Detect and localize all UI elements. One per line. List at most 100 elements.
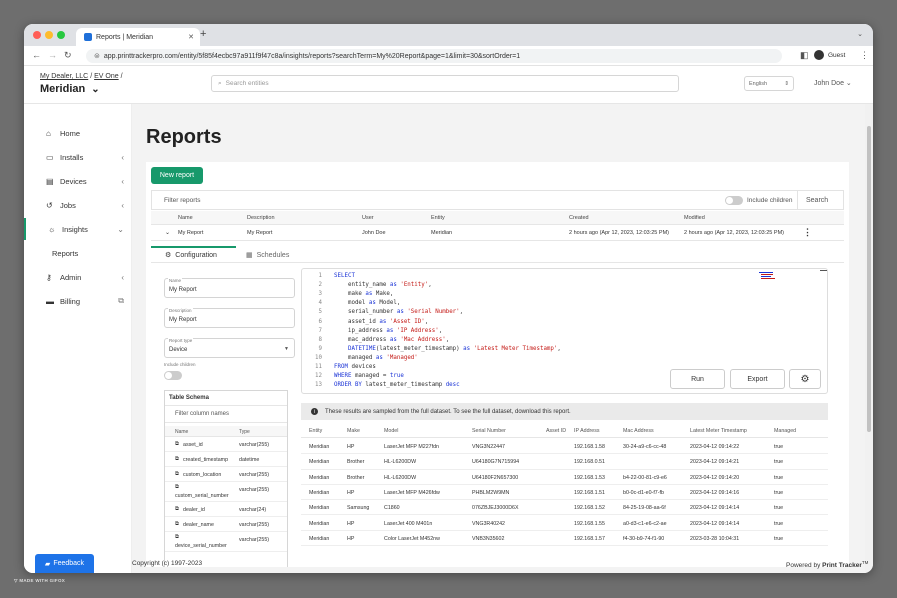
- site-info-icon[interactable]: ⊜: [94, 52, 100, 60]
- column-header[interactable]: User: [362, 215, 374, 221]
- sidebar-item-admin[interactable]: ⚷ Admin ‹: [24, 266, 132, 288]
- table-row[interactable]: Meridian HP Color LaserJet M452nw VNB3N3560…: [301, 531, 828, 547]
- sidebar-item-devices[interactable]: ▤ Devices ‹: [24, 170, 132, 192]
- code-line[interactable]: ip_address as 'IP Address',: [334, 328, 442, 334]
- editor-scrollbar[interactable]: [820, 270, 827, 271]
- page-scrollbar[interactable]: [865, 104, 873, 573]
- entity-selector[interactable]: Meridian ⌄: [40, 83, 100, 95]
- list-item[interactable]: ⧉ dealer_id varchar(24): [165, 502, 287, 517]
- user-menu[interactable]: John Doe ⌄: [814, 79, 852, 87]
- code-line[interactable]: SELECT: [334, 273, 355, 279]
- language-select[interactable]: English ⇕: [744, 76, 794, 91]
- new-tab-button[interactable]: +: [200, 28, 206, 40]
- profile-avatar-icon[interactable]: [814, 50, 824, 60]
- sidebar-item-home[interactable]: ⌂ Home: [24, 122, 132, 144]
- sidepanel-icon[interactable]: ◧: [800, 50, 809, 61]
- description-field[interactable]: Description My Report: [164, 308, 295, 328]
- code-line[interactable]: serial_number as 'Serial Number',: [334, 309, 463, 315]
- list-item[interactable]: ⧉ dealer_name varchar(255): [165, 517, 287, 532]
- entity-search-input[interactable]: ⌕ Search entities: [211, 75, 679, 92]
- chevron-down-icon[interactable]: ⌄: [165, 229, 170, 236]
- table-row[interactable]: Meridian Samsung C1860 076ZBJEJ3000D6X 192.1…: [301, 500, 828, 516]
- browser-tab[interactable]: Reports | Meridian ✕: [76, 28, 200, 46]
- feedback-button[interactable]: ▰ Feedback: [35, 554, 94, 573]
- table-row[interactable]: Meridian HP LaserJet MFP M227fdn VNG3N22447…: [301, 439, 828, 455]
- code-line[interactable]: WHERE managed = true: [334, 373, 404, 379]
- column-header[interactable]: Modified: [684, 215, 705, 221]
- minimize-window-icon[interactable]: [45, 31, 53, 39]
- list-item[interactable]: ⧉ created_timestamp datetime: [165, 452, 287, 467]
- code-line[interactable]: managed as 'Managed': [334, 355, 418, 361]
- back-icon[interactable]: ←: [32, 50, 41, 60]
- column-header[interactable]: Mac Address: [623, 428, 654, 434]
- code-line[interactable]: mac_address as 'Mac Address',: [334, 337, 449, 343]
- filter-reports-input[interactable]: Filter reports: [164, 197, 200, 204]
- row-menu-icon[interactable]: ⋮: [803, 227, 812, 238]
- copy-icon[interactable]: ⧉: [175, 534, 179, 541]
- column-header[interactable]: Serial Number: [472, 428, 506, 434]
- column-header[interactable]: Name: [178, 215, 193, 221]
- table-row[interactable]: ⌄ My Report My Report John Doe Meridian …: [151, 225, 844, 241]
- report-type-select[interactable]: Report type Device ▼: [164, 338, 295, 358]
- copy-icon[interactable]: ⧉: [175, 506, 179, 513]
- column-header[interactable]: Entity: [309, 428, 322, 434]
- table-row[interactable]: Meridian HP LaserJet MFP M426fdw PHBLM2W9MN…: [301, 485, 828, 501]
- sidebar-item-jobs[interactable]: ↺ Jobs ‹: [24, 194, 132, 216]
- table-row[interactable]: MeridianHPLaserJet Pro M404dnPHBB3269501…: [301, 546, 828, 551]
- table-row[interactable]: Meridian HP LaserJet 400 M401n VNG3R40242 19…: [301, 516, 828, 531]
- close-tab-icon[interactable]: ✕: [188, 33, 194, 41]
- copy-icon[interactable]: ⧉: [175, 484, 179, 491]
- include-children-toggle[interactable]: [725, 196, 743, 205]
- column-header[interactable]: Managed: [774, 428, 796, 434]
- copy-icon[interactable]: ⧉: [175, 441, 179, 448]
- list-item[interactable]: ⧉ custom_serial_number varchar(255): [165, 482, 287, 502]
- schema-filter-input[interactable]: Filter column names: [165, 405, 287, 423]
- code-line[interactable]: ORDER BY latest_meter_timestamp desc: [334, 382, 460, 388]
- tab-schedules[interactable]: ▦ Schedules: [246, 248, 289, 262]
- sidebar-item-reports[interactable]: Reports: [24, 242, 132, 264]
- brand-name[interactable]: Print Tracker: [822, 562, 862, 569]
- run-button[interactable]: Run: [670, 369, 725, 389]
- sidebar-item-billing[interactable]: ▬ Billing ⧉: [24, 290, 132, 312]
- copy-icon[interactable]: ⧉: [175, 471, 179, 478]
- code-line[interactable]: asset_id as 'Asset ID',: [334, 319, 428, 325]
- column-header[interactable]: Make: [347, 428, 360, 434]
- reload-icon[interactable]: ↻: [64, 50, 72, 61]
- forward-icon[interactable]: →: [48, 50, 57, 60]
- include-children-toggle[interactable]: [164, 371, 182, 380]
- copy-icon[interactable]: ⧉: [175, 456, 179, 463]
- code-line[interactable]: model as Model,: [334, 300, 400, 306]
- table-row[interactable]: Meridian Brother HL-L6200DW U64180F2N657300…: [301, 470, 828, 485]
- search-button[interactable]: Search: [806, 197, 828, 204]
- profile-label[interactable]: Guest: [828, 52, 845, 59]
- column-header[interactable]: Latest Meter Timestamp: [690, 428, 747, 434]
- column-header[interactable]: IP Address: [574, 428, 600, 434]
- sidebar-item-installs[interactable]: ▭ Installs ‹: [24, 146, 132, 168]
- column-header[interactable]: Description: [247, 215, 275, 221]
- sidebar-item-insights[interactable]: ☼ Insights ⌄: [24, 218, 132, 240]
- export-button[interactable]: Export: [730, 369, 785, 389]
- close-window-icon[interactable]: [33, 31, 41, 39]
- column-header[interactable]: Created: [569, 215, 589, 221]
- list-item[interactable]: ⧉ custom_location varchar(255): [165, 467, 287, 482]
- list-item[interactable]: ⧉ asset_id varchar(255): [165, 437, 287, 452]
- column-header[interactable]: Asset ID: [546, 428, 566, 434]
- new-report-button[interactable]: New report: [151, 167, 203, 184]
- column-header[interactable]: Entity: [431, 215, 445, 221]
- browser-menu-icon[interactable]: ⋮: [860, 50, 869, 61]
- code-line[interactable]: FROM devices: [334, 364, 376, 370]
- breadcrumb-dealer[interactable]: My Dealer, LLC: [40, 73, 88, 80]
- name-field[interactable]: Name My Report: [164, 278, 295, 298]
- tab-configuration[interactable]: ⚙ Configuration: [151, 246, 236, 262]
- column-header[interactable]: Model: [384, 428, 398, 434]
- address-bar[interactable]: ⊜ app.printtrackerpro.com/entity/5f85f4e…: [86, 49, 782, 63]
- code-line[interactable]: entity_name as 'Entity',: [334, 282, 432, 288]
- scrollbar-thumb[interactable]: [867, 126, 871, 432]
- breadcrumb-ev-one[interactable]: EV One: [94, 73, 119, 80]
- maximize-window-icon[interactable]: [57, 31, 65, 39]
- tab-list-chevron-icon[interactable]: ⌄: [857, 30, 863, 38]
- table-row[interactable]: Meridian Brother HL-L6200DW U64180G7N715994…: [301, 454, 828, 470]
- list-item[interactable]: ⧉ device_serial_number varchar(255): [165, 532, 287, 552]
- code-line[interactable]: make as Make,: [334, 291, 393, 297]
- sql-editor[interactable]: 1 SELECT 2 entity_name as 'Entity', 3 make …: [301, 268, 828, 394]
